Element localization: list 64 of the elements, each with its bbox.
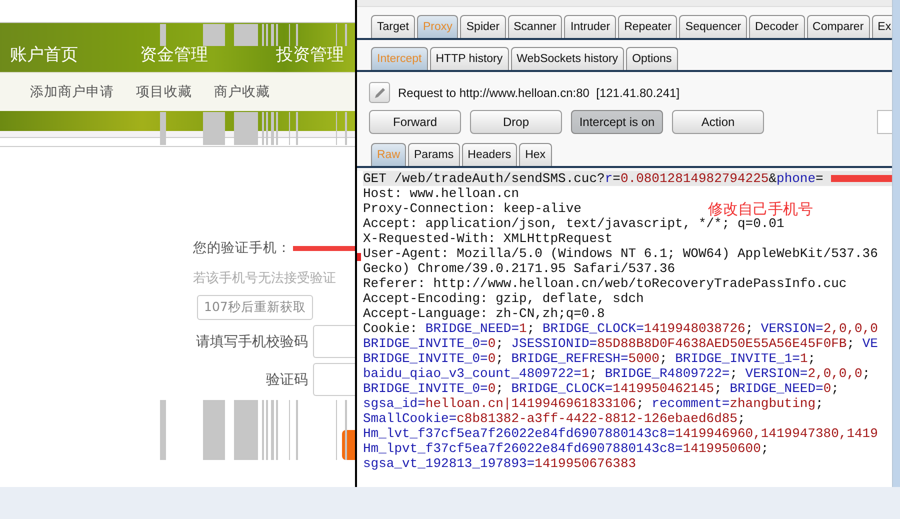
request-line: Hm_lpvt_f37cf5ea7f26022e84fd6907880143c8=1419950600; xyxy=(363,441,769,456)
proxy-subtab[interactable]: WebSockets history xyxy=(510,47,624,70)
phone-label: 您的验证手机： xyxy=(193,239,291,257)
glitch-stripe xyxy=(345,400,347,460)
request-line: Referer: http://www.helloan.cn/web/toRecoveryTradePassInfo.cuc xyxy=(363,276,847,291)
request-line: GET /web/tradeAuth/sendSMS.cuc?r=0.08012814982794225&phone= xyxy=(363,171,824,186)
glitch-stripe xyxy=(203,400,225,460)
tool-tab[interactable]: Comparer xyxy=(806,15,870,38)
action-button[interactable]: Drop xyxy=(470,110,562,134)
request-line: User-Agent: Mozilla/5.0 (Windows NT 6.1; WOW64) AppleWebKit/537.36 xyxy=(363,246,878,261)
tool-tab[interactable]: Intruder xyxy=(564,15,616,38)
subnav-link[interactable]: 项目收藏 xyxy=(136,83,192,101)
tool-tab[interactable]: Sequencer xyxy=(679,15,748,38)
request-target: Request to http://www.helloan.cn:80 [121.41.80.241] xyxy=(398,86,680,100)
tool-tab[interactable]: Ex xyxy=(872,15,892,38)
nav-link[interactable]: 账户首页 xyxy=(10,43,78,66)
action-button[interactable]: Forward xyxy=(369,110,461,134)
glitch-stripe xyxy=(276,400,278,460)
view-tab[interactable]: Hex xyxy=(519,143,552,166)
request-line: Accept-Language: zh-CN,zh;q=0.8 xyxy=(363,306,605,321)
request-line: BRIDGE_INVITE_0=0; BRIDGE_CLOCK=1419950462145; BRIDGE_NEED=0; xyxy=(363,381,839,396)
glitch-stripe xyxy=(289,400,290,460)
request-line: Accept-Encoding: gzip, deflate, sdch xyxy=(363,291,644,306)
request-line: Host: www.helloan.cn xyxy=(363,186,520,201)
glitch-stripe xyxy=(336,400,337,460)
action-button[interactable]: Action xyxy=(672,110,764,134)
annotation-text: 修改自己手机号 xyxy=(708,202,813,217)
glitch-stripe xyxy=(266,400,268,460)
pencil-icon xyxy=(372,86,386,100)
proxy-subtab[interactable]: HTTP history xyxy=(430,47,509,70)
proxy-subtab[interactable]: Options xyxy=(626,47,678,70)
glitch-stripe xyxy=(296,400,298,460)
request-line: BRIDGE_INVITE_0=0; BRIDGE_REFRESH=5000; BRIDGE_INVITE_1=1; xyxy=(363,351,816,366)
search-field[interactable] xyxy=(877,110,892,134)
request-line: Cookie: BRIDGE_NEED=1; BRIDGE_CLOCK=1419948038726; VERSION=2,0,0,0 xyxy=(363,321,878,336)
action-button[interactable]: Intercept is on xyxy=(571,110,663,134)
tool-tab[interactable]: Repeater xyxy=(618,15,678,38)
resend-button[interactable]: 107秒后重新获取 xyxy=(197,295,313,320)
request-line: baidu_qiao_v3_count_4809722=1; BRIDGE_R4809722=; VERSION=2,0,0,0; xyxy=(363,366,870,381)
hint-text: 若该手机号无法接受验证 xyxy=(193,270,336,287)
request-line: Hm_lvt_f37cf5ea7f26022e84fd6907880143c8=1419946960,1419947380,1419 xyxy=(363,426,878,441)
subnav-link[interactable]: 商户收藏 xyxy=(214,83,270,101)
glitch-stripe xyxy=(262,400,264,460)
view-tab[interactable]: Params xyxy=(408,143,460,166)
glitch-stripe xyxy=(160,400,166,460)
request-line: X-Requested-With: XMLHttpRequest xyxy=(363,231,613,246)
tool-tab[interactable]: Spider xyxy=(460,15,506,38)
tool-tab[interactable]: Target xyxy=(371,15,415,38)
edit-button[interactable] xyxy=(369,82,390,103)
glitch-stripe xyxy=(271,400,274,460)
request-line: SmallCookie=c8b81382-a3ff-4422-8812-126ebaed6d85; xyxy=(363,411,746,426)
request-line: Gecko) Chrome/39.0.2171.95 Safari/537.36 xyxy=(363,261,676,276)
view-tab[interactable]: Headers xyxy=(462,143,518,166)
request-line: Accept: application/json, text/javascript, */*; q=0.01 xyxy=(363,216,784,231)
request-line: BRIDGE_INVITE_0=0; JSESSIONID=85D88B8D0F4638AED50E55A56E45F0FB; VE xyxy=(363,336,878,351)
tool-tab[interactable]: Scanner xyxy=(508,15,562,38)
request-line: Proxy-Connection: keep-alive xyxy=(363,201,582,216)
glitch-stripe xyxy=(234,400,258,460)
field-label: 验证码 xyxy=(265,370,309,388)
request-line: sgsa_id=helloan.cn|1419946961833106; recomment=zhangbuting; xyxy=(363,396,824,411)
tool-tab[interactable]: Decoder xyxy=(749,15,805,38)
subnav-link[interactable]: 添加商户申请 xyxy=(30,83,114,101)
request-line: sgsa_vt_192813_197893=1419950676383 xyxy=(363,456,636,471)
field-label: 请填写手机校验码 xyxy=(195,332,309,350)
